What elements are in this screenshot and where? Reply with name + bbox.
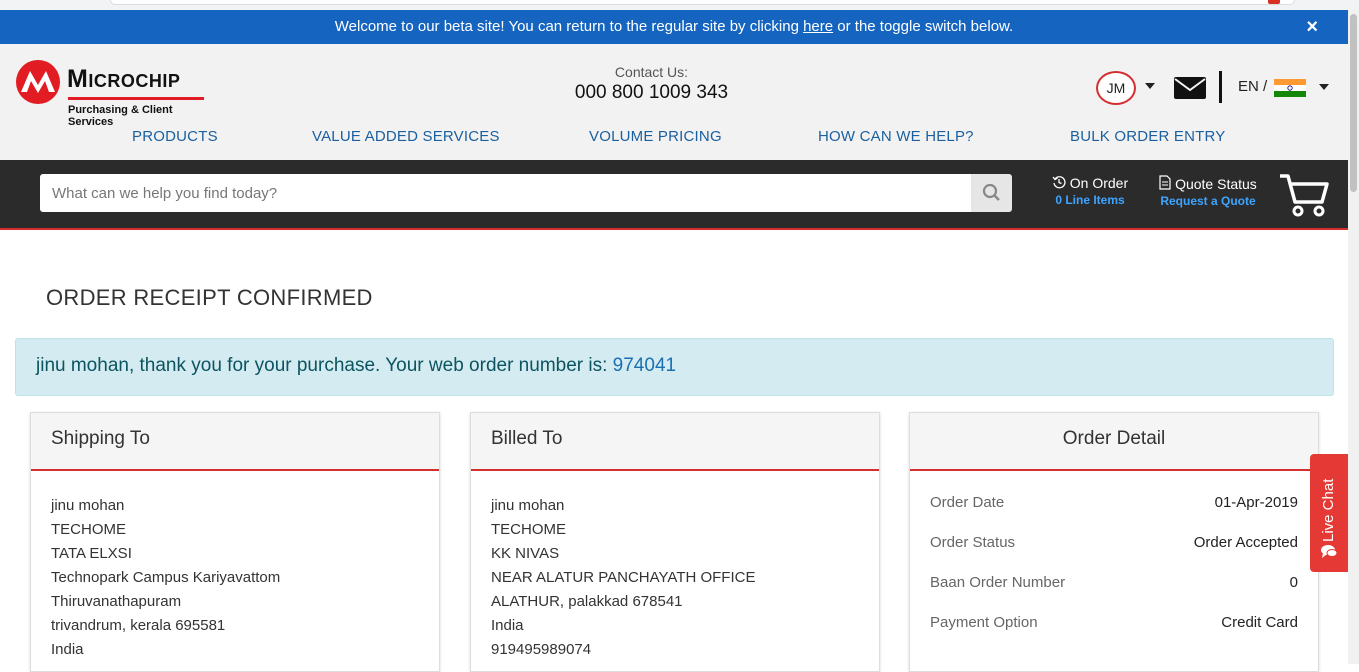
address-line: jinu mohan (51, 497, 125, 514)
address-line: TECHOME (491, 521, 566, 538)
baan-order-number-row: Baan Order Number 0 (910, 574, 1318, 614)
billing-address: jinu mohan TECHOME KK NIVAS NEAR ALATUR … (471, 471, 879, 662)
contact-number[interactable]: 000 800 1009 343 (550, 82, 753, 104)
beta-banner-text: Welcome to our beta site! You can return… (334, 18, 804, 35)
nav-bulk-order-entry[interactable]: BULK ORDER ENTRY (1070, 128, 1225, 145)
address-line: Thiruvanathapuram (51, 593, 182, 610)
address-line: Technopark Campus Kariyavattom (51, 569, 281, 586)
nav-how-can-we-help[interactable]: HOW CAN WE HELP? (818, 128, 974, 145)
search-bar: On Order 0 Line Items Quote Status Reque… (0, 160, 1348, 230)
chevron-down-icon[interactable] (1145, 83, 1155, 89)
billing-card: Billed To jinu mohan TECHOME KK NIVAS NE… (470, 412, 880, 672)
address-line: NEAR ALATUR PANCHAYATH OFFICE (491, 569, 756, 586)
beta-banner-text-after: or the toggle switch below. (833, 18, 1014, 35)
search-button[interactable] (971, 174, 1012, 212)
nav-volume-pricing[interactable]: VOLUME PRICING (589, 128, 722, 145)
shipping-address: jinu mohan TECHOME TATA ELXSI Technopark… (31, 471, 439, 662)
payment-option-row: Payment Option Credit Card (910, 614, 1318, 654)
live-chat-label: Live Chat (1320, 478, 1337, 542)
close-banner-button[interactable]: × (1306, 10, 1318, 44)
header-divider (1219, 71, 1222, 103)
logo-subtitle: Purchasing & Client Services (68, 104, 173, 128)
language-selector[interactable]: EN / (1238, 78, 1267, 95)
address-line: jinu mohan (491, 497, 565, 514)
detail-value: 0 (1289, 574, 1298, 591)
live-chat-button[interactable]: Live Chat (1310, 454, 1348, 572)
scrollbar-thumb[interactable] (1350, 14, 1357, 192)
nav-products[interactable]: PRODUCTS (132, 128, 218, 145)
history-icon (1052, 176, 1066, 189)
detail-value: 01-Apr-2019 (1214, 494, 1298, 511)
request-quote-link[interactable]: Request a Quote (1158, 194, 1258, 208)
address-line: trivandrum, kerala 695581 (51, 617, 226, 634)
document-icon (1159, 175, 1171, 190)
logo-underline (68, 97, 204, 100)
shipping-card: Shipping To jinu mohan TECHOME TATA ELXS… (30, 412, 440, 672)
beta-banner: Welcome to our beta site! You can return… (0, 10, 1348, 44)
page-scrollbar[interactable] (1348, 10, 1359, 664)
search-input[interactable] (40, 174, 972, 212)
mail-icon[interactable] (1173, 75, 1207, 101)
chevron-down-icon[interactable] (1319, 84, 1329, 90)
nav-value-added-services[interactable]: VALUE ADDED SERVICES (312, 128, 500, 145)
logo-wordmark: Microchip (67, 65, 181, 93)
shipping-title: Shipping To (31, 413, 439, 471)
cart-icon[interactable] (1278, 172, 1330, 218)
on-order-link[interactable]: On Order 0 Line Items (1050, 175, 1130, 207)
detail-label: Order Date (930, 494, 1005, 511)
microchip-logo[interactable]: Microchip Purchasing & Client Services (15, 59, 210, 128)
search-icon (982, 183, 1000, 201)
quote-status-label: Quote Status (1175, 176, 1257, 192)
detail-label: Payment Option (930, 614, 1038, 631)
user-avatar[interactable]: JM (1096, 71, 1136, 105)
alert-text: jinu mohan, thank you for your purchase.… (36, 355, 613, 376)
quote-status-link[interactable]: Quote Status Request a Quote (1158, 175, 1258, 208)
site-header: Microchip Purchasing & Client Services C… (0, 44, 1348, 160)
address-line: KK NIVAS (491, 545, 560, 562)
address-line: 919495989074 (491, 641, 592, 658)
order-confirmation-alert: jinu mohan, thank you for your purchase.… (15, 338, 1334, 396)
browser-indicator (1268, 0, 1280, 4)
order-date-row: Order Date 01-Apr-2019 (910, 494, 1318, 534)
detail-label: Order Status (930, 534, 1016, 551)
on-order-label: On Order (1069, 175, 1129, 191)
address-line: TECHOME (51, 521, 126, 538)
order-detail-title: Order Detail (910, 413, 1318, 471)
address-line: India (51, 641, 84, 658)
detail-label: Baan Order Number (930, 574, 1066, 591)
browser-tab-edge (110, 0, 1295, 5)
order-detail-list: Order Date 01-Apr-2019 Order Status Orde… (910, 471, 1318, 654)
billing-title: Billed To (471, 413, 879, 471)
beta-banner-link[interactable]: here (803, 18, 833, 35)
address-line: TATA ELXSI (51, 545, 132, 562)
detail-value: Credit Card (1221, 614, 1298, 631)
address-line: India (491, 617, 524, 634)
order-status-row: Order Status Order Accepted (910, 534, 1318, 574)
address-line: ALATHUR, palakkad 678541 (491, 593, 683, 610)
india-flag-icon[interactable] (1274, 79, 1306, 97)
page-title: ORDER RECEIPT CONFIRMED (46, 285, 373, 310)
contact-us: Contact Us: 000 800 1009 343 (550, 64, 753, 104)
browser-top-strip (0, 0, 1359, 10)
order-detail-card: Order Detail Order Date 01-Apr-2019 Orde… (909, 412, 1319, 672)
contact-label: Contact Us: (614, 64, 689, 80)
microchip-logo-icon (16, 60, 60, 104)
web-order-number: 974041 (612, 355, 677, 376)
detail-value: Order Accepted (1193, 534, 1298, 551)
chat-icon (1321, 545, 1338, 558)
main-nav: PRODUCTS VALUE ADDED SERVICES VOLUME PRI… (0, 128, 1348, 150)
on-order-count[interactable]: 0 Line Items (1050, 193, 1130, 207)
